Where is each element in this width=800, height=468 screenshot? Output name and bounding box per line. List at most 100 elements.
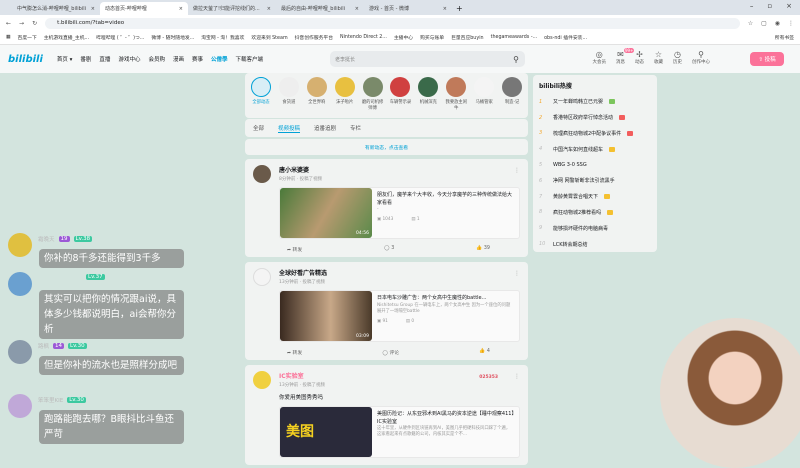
bookmark[interactable]: 购买与账单 bbox=[420, 34, 444, 41]
up-item[interactable]: 食货道 bbox=[277, 77, 301, 114]
nav-mall[interactable]: 会员购 bbox=[148, 55, 165, 63]
close-icon[interactable]: × bbox=[443, 6, 447, 12]
hot-item[interactable]: 1 又一年蝉鸣韩立已元婴 bbox=[539, 94, 651, 110]
url-input[interactable]: t.bilibili.com/?tab=video bbox=[45, 17, 740, 29]
maximize-button[interactable]: ▫ bbox=[767, 2, 772, 10]
share-button[interactable]: ➦ 转发 bbox=[287, 246, 302, 253]
profile-icon[interactable]: ◉ bbox=[775, 20, 780, 27]
nav-favorites[interactable]: ☆ 收藏 bbox=[654, 50, 663, 65]
browser-tab-active[interactable]: 动态首页-哔哩哔哩 × bbox=[100, 2, 188, 15]
up-all[interactable]: 全部动态 bbox=[249, 77, 273, 114]
hot-item[interactable]: 3 梳理疯狂动物城2中配争议事件 bbox=[539, 126, 651, 142]
hot-item[interactable]: 10 LCK转会期总结 bbox=[539, 236, 651, 252]
share-button[interactable]: ➦ 转发 bbox=[287, 349, 302, 356]
close-icon[interactable]: × bbox=[179, 6, 183, 12]
upload-button[interactable]: ⇧ 投稿 bbox=[750, 52, 784, 66]
video-card[interactable]: 03:09 日本电车沙雕广告：两个女高中生魔性的battle... Nishite… bbox=[279, 290, 520, 342]
nav-dynamic[interactable]: ✢ 动态 bbox=[635, 50, 644, 65]
bookmark[interactable]: 抖音创作服务平台 bbox=[295, 34, 333, 41]
nav-game[interactable]: 游戏中心 bbox=[118, 55, 140, 63]
up-item[interactable]: 车辆警示录 bbox=[389, 77, 413, 114]
bookmark[interactable]: obs-ndi 插件安装... bbox=[544, 34, 587, 41]
up-item[interactable]: 机械深克 bbox=[416, 77, 440, 114]
nav-history[interactable]: ◷ 历史 bbox=[673, 50, 682, 65]
menu-icon[interactable]: ⋮ bbox=[788, 20, 794, 27]
up-item[interactable]: 马桶管家 bbox=[472, 77, 496, 114]
browser-tab[interactable]: 最后的自由-哔哩哔哩_bilibili × bbox=[276, 2, 364, 15]
back-icon[interactable]: ← bbox=[6, 20, 11, 27]
nav-home[interactable]: 首页 ▾ bbox=[57, 55, 73, 63]
hot-item[interactable]: 5 WBG 3-0 SSG bbox=[539, 157, 651, 173]
tab-videos[interactable]: 视频投稿 bbox=[278, 124, 301, 133]
browser-tab[interactable]: 做拉天萤了!归能评挖线们的... × bbox=[188, 2, 276, 15]
window-close-button[interactable]: × bbox=[786, 2, 792, 10]
avatar[interactable] bbox=[253, 371, 271, 389]
bookmark[interactable]: 哔哩哔哩 ( ゜- ゜)つ... bbox=[96, 34, 144, 41]
like-button[interactable]: 👍 39 bbox=[476, 246, 490, 253]
up-item[interactable]: 我要放主闲牛 bbox=[444, 77, 468, 114]
nav-manga[interactable]: 漫画 bbox=[173, 55, 184, 63]
bookmark[interactable]: 主机游戏直播_主机... bbox=[44, 34, 89, 41]
hot-item[interactable]: 6 净网 网警斩断非法引流黑手 bbox=[539, 173, 651, 189]
hot-label: 香港特区政府举行悼念活动 bbox=[553, 115, 614, 122]
comment-button[interactable]: ◯ 评论 bbox=[383, 349, 400, 356]
browser-tab[interactable]: 游戏 - 首页 - 微博 × bbox=[364, 2, 452, 15]
post-author[interactable]: 全球好看广告精选 bbox=[279, 268, 520, 277]
video-card[interactable]: 04:56 朋友们，魔芋来个大丰收，今天分享魔芋的三种传统做法给大家看看 - ▣ … bbox=[279, 187, 520, 239]
extensions-icon[interactable]: ▢ bbox=[761, 20, 767, 27]
bookmark[interactable]: 微博 - 随时随地发... bbox=[151, 34, 194, 41]
hot-item[interactable]: 8 疯狂动物城2推荐看吗 bbox=[539, 205, 651, 221]
hot-item[interactable]: 7 黄龄黄霄雲合唱天下 bbox=[539, 189, 651, 205]
nav-special[interactable]: 公僧學 bbox=[211, 55, 228, 63]
nav-vip[interactable]: ◎ 大会员 bbox=[593, 50, 607, 65]
more-icon[interactable]: ⋮ bbox=[514, 270, 520, 277]
close-icon[interactable]: × bbox=[267, 6, 271, 12]
all-bookmarks[interactable]: 所有书签 bbox=[775, 34, 794, 41]
reload-icon[interactable]: ↻ bbox=[32, 20, 37, 27]
close-icon[interactable]: × bbox=[355, 6, 359, 12]
tab-all[interactable]: 全部 bbox=[253, 124, 264, 132]
tab-anime[interactable]: 追番追剧 bbox=[314, 124, 336, 132]
tab-articles[interactable]: 专栏 bbox=[350, 124, 361, 132]
new-tab-button[interactable]: + bbox=[456, 4, 463, 13]
bilibili-logo[interactable]: bilibili bbox=[8, 54, 43, 65]
more-icon[interactable]: ⋮ bbox=[514, 373, 520, 380]
up-item[interactable]: 沫子啦片 bbox=[333, 77, 357, 114]
search-icon[interactable]: ⚲ bbox=[513, 55, 519, 64]
up-item[interactable]: 磨的司机修师傅 bbox=[361, 77, 385, 114]
like-button[interactable]: 👍 4 bbox=[479, 349, 490, 356]
browser-tab[interactable]: 中气膨怎么消-哔哩哔哩_bilibili × bbox=[12, 2, 100, 15]
bookmark[interactable]: thegameawards -... bbox=[491, 35, 538, 40]
nav-download[interactable]: 下载客户端 bbox=[236, 55, 264, 63]
hot-item[interactable]: 4 中国汽车如何直线超车 bbox=[539, 141, 651, 157]
video-card[interactable]: 美图 美图历险记：从东亚邪术到AI黑马的资本逆途【睡中观察411】IC实验室 这十… bbox=[279, 406, 520, 458]
apps-icon[interactable]: ▦ bbox=[6, 35, 11, 40]
comment-button[interactable]: ◯ 3 bbox=[384, 246, 394, 253]
nav-creator[interactable]: ⚲ 创作中心 bbox=[692, 50, 710, 65]
up-item[interactable]: 制造-记 bbox=[500, 77, 524, 114]
bookmark[interactable]: 淘宝网 - 淘！我喜欢 bbox=[201, 34, 244, 41]
bookmark[interactable]: Nintendo Direct 2... bbox=[340, 35, 387, 40]
minimize-button[interactable]: – bbox=[750, 2, 754, 10]
search-input[interactable]: 老李挺长 ⚲ bbox=[330, 51, 525, 67]
bookmark[interactable]: 百度一下 bbox=[18, 34, 37, 41]
nav-live[interactable]: 直播 bbox=[99, 55, 110, 63]
forward-icon[interactable]: → bbox=[19, 20, 24, 27]
bookmark[interactable]: 巨量百应buyin bbox=[451, 34, 484, 41]
bookmark[interactable]: 欢迎来到 Steam bbox=[251, 34, 287, 41]
avatar[interactable] bbox=[253, 268, 271, 286]
new-dynamics-notice[interactable]: 有新动态，点击查看 bbox=[245, 139, 528, 155]
star-icon[interactable]: ☆ bbox=[748, 20, 753, 27]
hot-item[interactable]: 9 能够损坏硬件的电脑病毒 bbox=[539, 220, 651, 236]
post-author[interactable]: 唐小米婆婆 bbox=[279, 165, 520, 174]
bookmark[interactable]: 主播中心 bbox=[394, 34, 413, 41]
up-item[interactable]: 全世界响 bbox=[305, 77, 329, 114]
more-icon[interactable]: ⋮ bbox=[514, 167, 520, 174]
avatar[interactable] bbox=[253, 165, 271, 183]
hot-item[interactable]: 2 香港特区政府举行悼念活动 bbox=[539, 110, 651, 126]
nav-events[interactable]: 赛事 bbox=[192, 55, 203, 63]
nav-anime[interactable]: 番剧 bbox=[80, 55, 91, 63]
close-icon[interactable]: × bbox=[91, 6, 95, 12]
nav-messages[interactable]: ✉ 消息 99+ bbox=[616, 48, 635, 65]
rank: 5 bbox=[539, 162, 543, 169]
